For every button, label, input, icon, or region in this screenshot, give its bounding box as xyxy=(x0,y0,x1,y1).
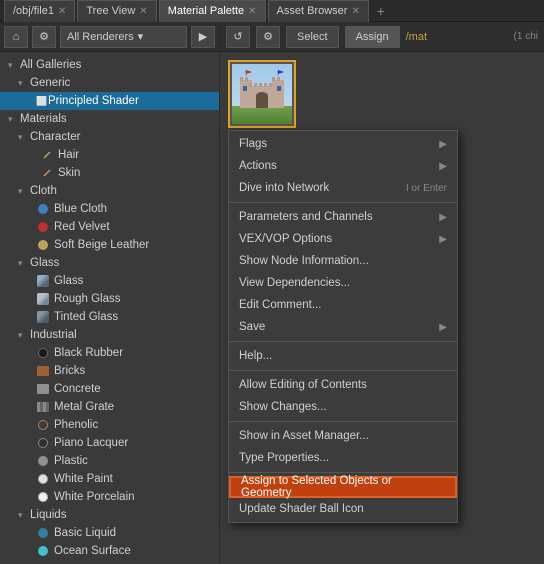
tab-asset-browser[interactable]: Asset Browser ✕ xyxy=(268,0,369,22)
tree-item-tinted-glass[interactable]: Tinted Glass xyxy=(0,308,219,326)
tree-item-phenolic[interactable]: Phenolic xyxy=(0,416,219,434)
separator xyxy=(229,421,457,422)
ctx-type-properties[interactable]: Type Properties... xyxy=(229,447,457,469)
assign-button[interactable]: Assign xyxy=(345,26,400,48)
settings-icon: ⚙ xyxy=(39,30,49,43)
submenu-arrow-icon: ▶ xyxy=(439,139,447,150)
path-label: /mat xyxy=(406,31,508,43)
ctx-save[interactable]: Save ▶ xyxy=(229,316,457,338)
tree-item-materials[interactable]: ▾ Materials xyxy=(0,110,219,128)
ctx-help[interactable]: Help... xyxy=(229,345,457,367)
ctx-show-changes[interactable]: Show Changes... xyxy=(229,396,457,418)
tree-item-black-rubber[interactable]: Black Rubber xyxy=(0,344,219,362)
submenu-arrow-icon: ▶ xyxy=(439,161,447,172)
tree-root[interactable]: ▾ All Galleries xyxy=(0,56,219,74)
tree-item-principled-shader[interactable]: ⬜ Principled Shader xyxy=(0,92,219,110)
refresh-button[interactable]: ↺ xyxy=(226,26,250,48)
tree-item-white-porcelain[interactable]: White Porcelain xyxy=(0,488,219,506)
tab-close-icon[interactable]: ✕ xyxy=(58,6,66,17)
tab-obj-file1[interactable]: /obj/file1 ✕ xyxy=(4,0,75,22)
tree-item-generic[interactable]: ▾ Generic xyxy=(0,74,219,92)
tree-item-concrete[interactable]: Concrete xyxy=(0,380,219,398)
forward-icon: ▶ xyxy=(199,30,207,43)
left-panel: ⌂ ⚙ All Renderers ▾ ▶ ▾ All Galleries ▾ xyxy=(0,22,220,564)
right-panel: ↺ ⚙ Select Assign /mat (1 chi xyxy=(220,22,544,564)
add-tab-button[interactable]: + xyxy=(371,2,391,20)
separator xyxy=(229,202,457,203)
select-button[interactable]: Select xyxy=(286,26,339,48)
separator xyxy=(229,370,457,371)
submenu-arrow-icon: ▶ xyxy=(439,322,447,333)
ctx-parameters[interactable]: Parameters and Channels ▶ xyxy=(229,206,457,228)
tree-item-cloth[interactable]: ▾ Cloth xyxy=(0,182,219,200)
tab-close-icon[interactable]: ✕ xyxy=(351,6,359,17)
tree-item-glass[interactable]: Glass xyxy=(0,272,219,290)
refresh-icon: ↺ xyxy=(233,30,242,43)
separator xyxy=(229,472,457,473)
context-menu: Flags ▶ Actions ▶ Dive into Network I or… xyxy=(228,130,458,523)
tree-item-white-paint[interactable]: White Paint xyxy=(0,470,219,488)
home-icon: ⌂ xyxy=(13,31,20,43)
tree-item-liquids[interactable]: ▾ Liquids xyxy=(0,506,219,524)
tree-item-piano-lacquer[interactable]: Piano Lacquer xyxy=(0,434,219,452)
forward-button[interactable]: ▶ xyxy=(191,26,215,48)
tree-item-hair[interactable]: Hair xyxy=(0,146,219,164)
chevron-down-icon: ▾ xyxy=(138,30,144,43)
ctx-node-info[interactable]: Show Node Information... xyxy=(229,250,457,272)
tab-close-icon[interactable]: ✕ xyxy=(248,6,256,17)
ctx-show-asset-manager[interactable]: Show in Asset Manager... xyxy=(229,425,457,447)
settings-button[interactable]: ⚙ xyxy=(32,26,56,48)
tab-tree-view[interactable]: Tree View ✕ xyxy=(77,0,156,22)
main-layout: ⌂ ⚙ All Renderers ▾ ▶ ▾ All Galleries ▾ xyxy=(0,22,544,564)
right-toolbar: ↺ ⚙ Select Assign /mat (1 chi xyxy=(220,22,544,52)
submenu-arrow-icon: ▶ xyxy=(439,234,447,245)
ctx-view-dependencies[interactable]: View Dependencies... xyxy=(229,272,457,294)
submenu-arrow-icon: ▶ xyxy=(439,212,447,223)
tab-material-palette[interactable]: Material Palette ✕ xyxy=(159,0,266,22)
left-toolbar: ⌂ ⚙ All Renderers ▾ ▶ xyxy=(0,22,219,52)
tree-panel: ▾ All Galleries ▾ Generic ⬜ Principled S… xyxy=(0,52,219,564)
tree-item-plastic[interactable]: Plastic xyxy=(0,452,219,470)
tree-item-soft-beige[interactable]: Soft Beige Leather xyxy=(0,236,219,254)
tree-item-ocean-surface[interactable]: Ocean Surface xyxy=(0,542,219,560)
mat-thumbnail[interactable] xyxy=(228,60,296,128)
ctx-allow-editing[interactable]: Allow Editing of Contents xyxy=(229,374,457,396)
tree-item-blue-cloth[interactable]: Blue Cloth xyxy=(0,200,219,218)
tree-item-industrial[interactable]: ▾ Industrial xyxy=(0,326,219,344)
tree-item-basic-liquid[interactable]: Basic Liquid xyxy=(0,524,219,542)
settings-button[interactable]: ⚙ xyxy=(256,26,280,48)
home-button[interactable]: ⌂ xyxy=(4,26,28,48)
ctx-dive-into-network[interactable]: Dive into Network I or Enter xyxy=(229,177,457,199)
chips-info: (1 chi xyxy=(514,31,538,42)
ctx-assign-to-selected[interactable]: Assign to Selected Objects or Geometry xyxy=(229,476,457,498)
tree-item-skin[interactable]: Skin xyxy=(0,164,219,182)
ctx-flags[interactable]: Flags ▶ xyxy=(229,133,457,155)
ctx-update-shader-ball[interactable]: Update Shader Ball Icon xyxy=(229,498,457,520)
mat-tile-principled[interactable]: principledsh... xyxy=(228,60,296,141)
ctx-vex-vop[interactable]: VEX/VOP Options ▶ xyxy=(229,228,457,250)
ctx-edit-comment[interactable]: Edit Comment... xyxy=(229,294,457,316)
separator xyxy=(229,341,457,342)
tree-item-character[interactable]: ▾ Character xyxy=(0,128,219,146)
tree-item-glass-group[interactable]: ▾ Glass xyxy=(0,254,219,272)
tree-item-bricks[interactable]: Bricks xyxy=(0,362,219,380)
tree-item-red-velvet[interactable]: Red Velvet xyxy=(0,218,219,236)
ctx-actions[interactable]: Actions ▶ xyxy=(229,155,457,177)
tab-bar: /obj/file1 ✕ Tree View ✕ Material Palett… xyxy=(0,0,544,22)
renderer-dropdown[interactable]: All Renderers ▾ xyxy=(60,26,187,48)
shortcut-label: I or Enter xyxy=(406,183,447,194)
tree-item-metal-grate[interactable]: Metal Grate xyxy=(0,398,219,416)
settings-icon: ⚙ xyxy=(263,30,273,43)
tab-close-icon[interactable]: ✕ xyxy=(139,6,147,17)
tree-item-rough-glass[interactable]: Rough Glass xyxy=(0,290,219,308)
